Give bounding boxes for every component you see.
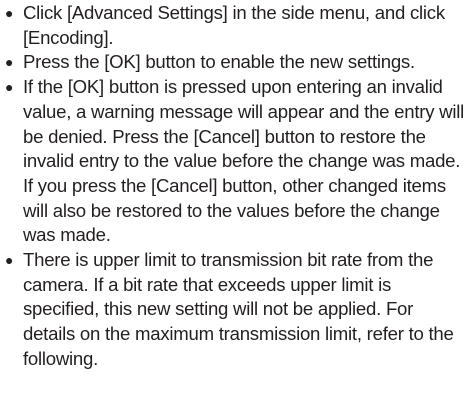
note-text: Press the [OK] button to enable the new … [23, 51, 415, 73]
note-text: There is upper limit to transmission bit… [23, 249, 454, 369]
manual-page: ● Click [Advanced Settings] in the side … [0, 0, 473, 418]
note-item-bit-rate-limit: ● There is upper limit to transmission b… [4, 248, 469, 372]
notes-list: ● Click [Advanced Settings] in the side … [4, 1, 469, 372]
bullet-icon: ● [5, 252, 14, 269]
bullet-icon: ● [5, 54, 14, 71]
note-item-advanced-settings: ● Click [Advanced Settings] in the side … [4, 1, 469, 50]
note-text: Click [Advanced Settings] in the side me… [23, 2, 445, 48]
bullet-icon: ● [5, 5, 14, 21]
bullet-icon: ● [5, 79, 14, 96]
note-item-ok-button: ● Press the [OK] button to enable the ne… [4, 50, 469, 75]
note-item-invalid-value: ● If the [OK] button is pressed upon ent… [4, 75, 469, 248]
note-text: If the [OK] button is pressed upon enter… [23, 76, 465, 246]
